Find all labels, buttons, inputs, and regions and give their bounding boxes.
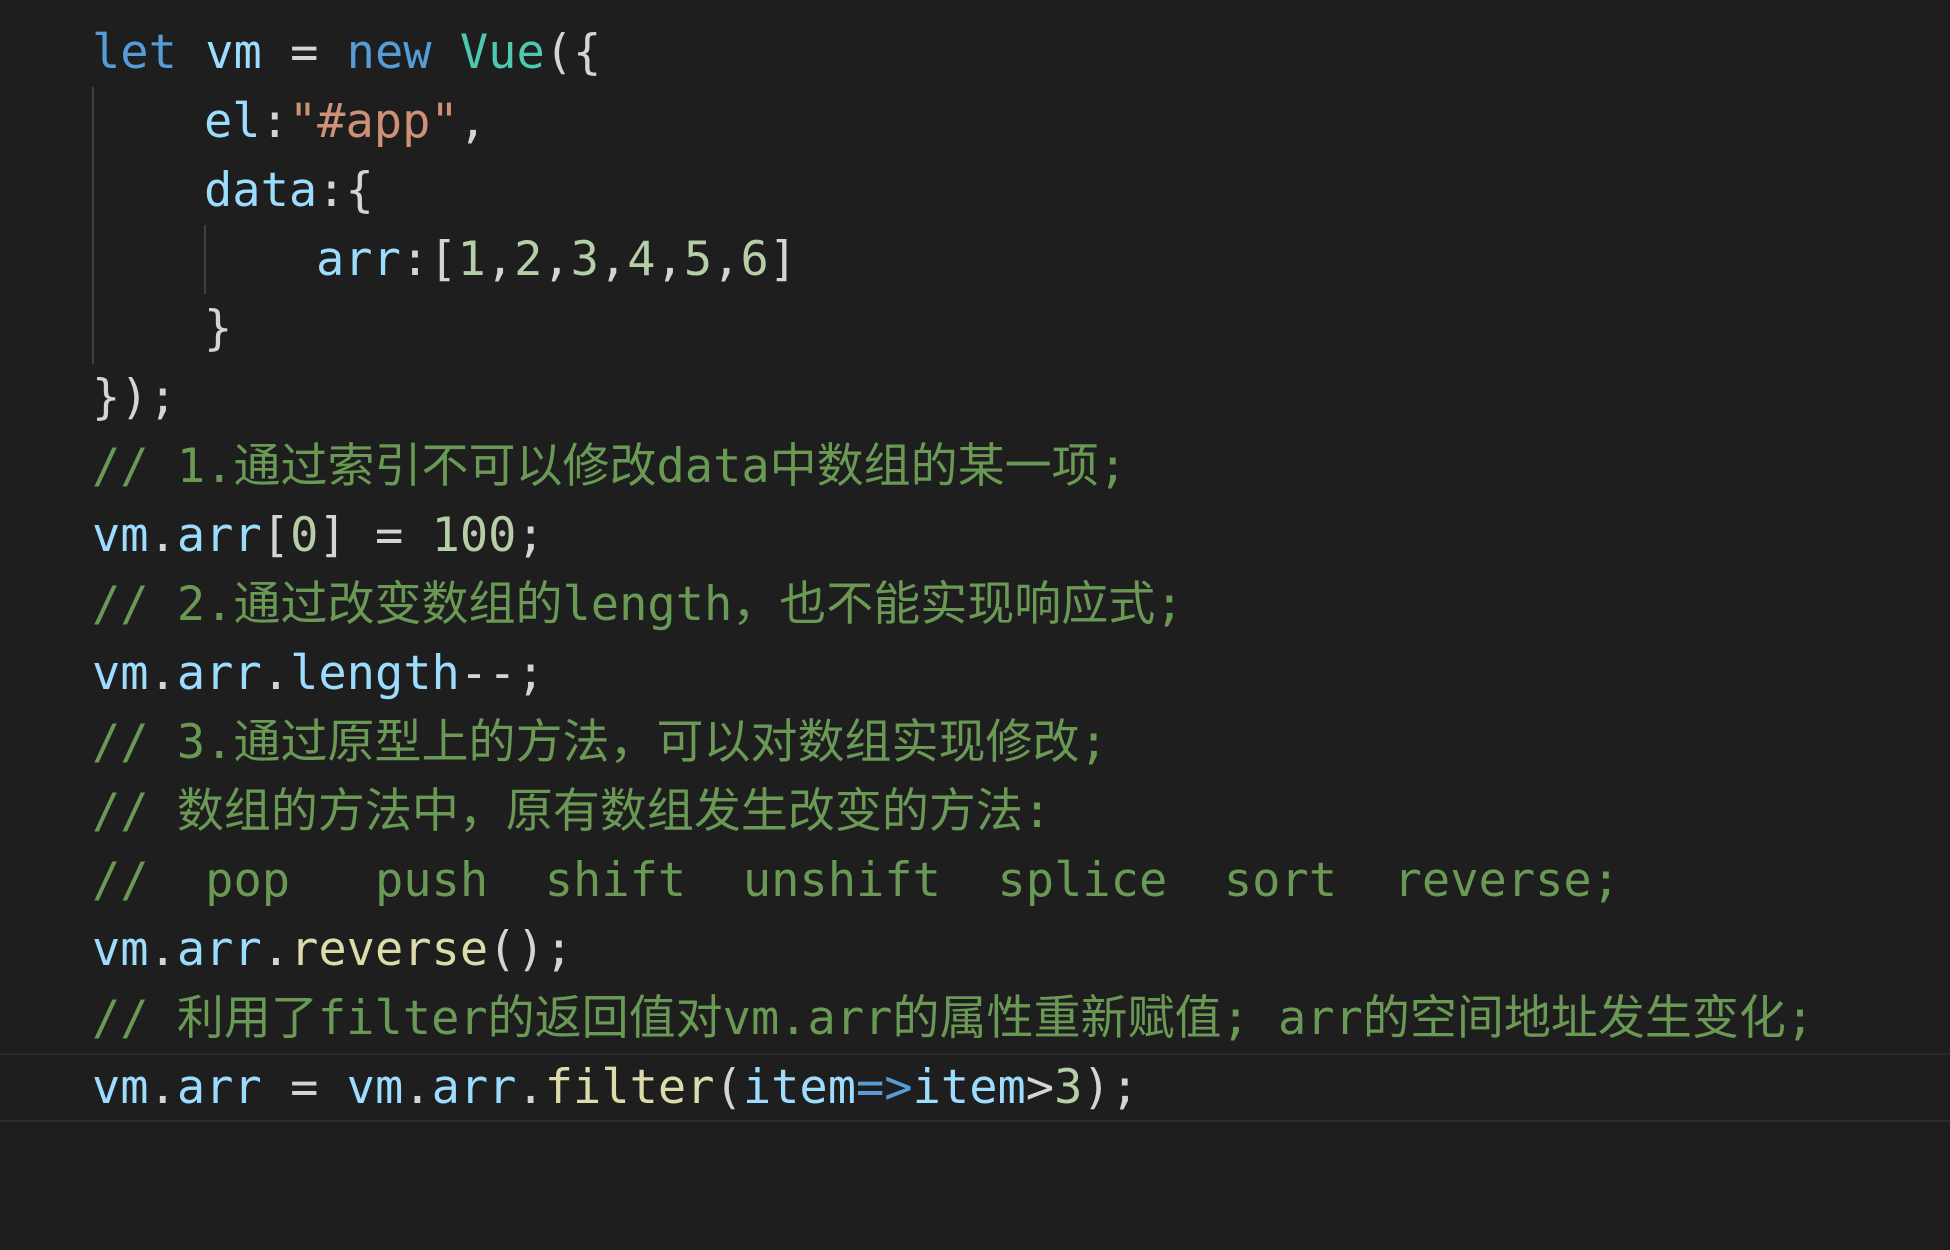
code-line-4[interactable]: arr:[1,2,3,4,5,6]: [0, 225, 1950, 294]
identifier-vm: vm: [346, 1060, 404, 1115]
property-data: data: [204, 163, 318, 218]
punctuation: }: [204, 301, 233, 356]
code-line-10[interactable]: vm.arr.length--;: [0, 639, 1950, 708]
punctuation: ,: [542, 232, 571, 287]
punctuation: ,: [598, 232, 628, 287]
punctuation: ,: [485, 232, 515, 287]
operator-assign: =: [261, 25, 347, 80]
comment: // 数组的方法中，原有数组发生改变的方法:: [92, 784, 1052, 839]
punctuation: ();: [488, 922, 574, 977]
punctuation: :[: [400, 232, 458, 287]
class-vue: Vue: [459, 25, 545, 80]
code-line-7[interactable]: // 1.通过索引不可以修改data中数组的某一项;: [0, 432, 1950, 501]
property-arr: arr: [316, 232, 401, 287]
identifier-vm: vm: [92, 922, 149, 977]
number-literal: 100: [431, 508, 517, 563]
code-line-13[interactable]: // pop push shift unshift splice sort re…: [0, 846, 1950, 915]
punctuation: );: [1082, 1060, 1139, 1115]
punctuation: .: [516, 1060, 545, 1115]
punctuation: ({: [544, 25, 602, 80]
punctuation: ,: [655, 232, 684, 287]
number-literal: 3: [1054, 1060, 1083, 1115]
identifier-vm: vm: [92, 646, 149, 701]
keyword-new: new: [346, 25, 432, 80]
comment: // 3.通过原型上的方法，可以对数组实现修改;: [92, 715, 1108, 770]
code-line-1[interactable]: let vm = new Vue({: [0, 18, 1950, 87]
number-literal: 4: [627, 232, 656, 287]
property-arr: arr: [176, 646, 262, 701]
punctuation: .: [148, 922, 177, 977]
number-literal: 3: [570, 232, 599, 287]
punctuation: --;: [459, 646, 545, 701]
operator-gt: >: [1025, 1060, 1055, 1115]
operator-assign: =: [261, 1060, 347, 1115]
comment: // 1.通过索引不可以修改data中数组的某一项;: [92, 439, 1127, 494]
punctuation: .: [261, 646, 291, 701]
identifier-vm: vm: [92, 508, 149, 563]
comment: // 2.通过改变数组的length，也不能实现响应式;: [92, 577, 1184, 632]
code-line-6[interactable]: });: [0, 363, 1950, 432]
property-arr: arr: [176, 508, 262, 563]
property-arr: arr: [431, 1060, 517, 1115]
identifier-vm: vm: [92, 1060, 149, 1115]
punctuation: :{: [317, 163, 374, 218]
punctuation: .: [148, 1060, 177, 1115]
punctuation: .: [148, 646, 177, 701]
parameter-item: item: [742, 1060, 857, 1115]
punctuation: .: [148, 508, 177, 563]
method-reverse: reverse: [290, 922, 489, 977]
number-literal: 2: [514, 232, 543, 287]
property-el: el: [204, 94, 261, 149]
property-arr: arr: [176, 1060, 262, 1115]
punctuation: .: [261, 922, 291, 977]
code-line-16-current[interactable]: vm.arr = vm.arr.filter(item=>item>3);: [0, 1053, 1950, 1122]
code-line-2[interactable]: el:"#app",: [0, 87, 1950, 156]
number-literal: 6: [740, 232, 769, 287]
punctuation: ,: [712, 232, 741, 287]
keyword-let: let: [92, 25, 177, 80]
parameter-item: item: [912, 1060, 1026, 1115]
punctuation: (: [714, 1060, 743, 1115]
punctuation: ,: [458, 94, 487, 149]
code-line-9[interactable]: // 2.通过改变数组的length，也不能实现响应式;: [0, 570, 1950, 639]
code-editor[interactable]: let vm = new Vue({ el:"#app", data:{ arr…: [0, 0, 1950, 1130]
code-line-11[interactable]: // 3.通过原型上的方法，可以对数组实现修改;: [0, 708, 1950, 777]
punctuation: });: [92, 370, 177, 425]
punctuation: ]: [768, 232, 798, 287]
code-line-15[interactable]: // 利用了filter的返回值对vm.arr的属性重新赋值; arr的空间地址…: [0, 984, 1950, 1053]
property-arr: arr: [176, 922, 262, 977]
operator-arrow: =>: [856, 1060, 913, 1115]
code-line-5[interactable]: }: [0, 294, 1950, 363]
comment: // 利用了filter的返回值对vm.arr的属性重新赋值; arr的空间地址…: [92, 991, 1815, 1046]
punctuation: ]: [318, 508, 347, 563]
operator-assign: =: [346, 508, 432, 563]
code-line-12[interactable]: // 数组的方法中，原有数组发生改变的方法:: [0, 777, 1950, 846]
punctuation: .: [403, 1060, 432, 1115]
punctuation: [: [261, 508, 291, 563]
code-line-14[interactable]: vm.arr.reverse();: [0, 915, 1950, 984]
property-length: length: [290, 646, 460, 701]
number-literal: 0: [290, 508, 319, 563]
comment: // pop push shift unshift splice sort re…: [92, 853, 1621, 908]
code-line-3[interactable]: data:{: [0, 156, 1950, 225]
string-literal: "#app": [288, 94, 459, 149]
punctuation: ;: [516, 508, 545, 563]
number-literal: 5: [683, 232, 713, 287]
punctuation: :: [260, 94, 289, 149]
code-line-8[interactable]: vm.arr[0] = 100;: [0, 501, 1950, 570]
code-lines: let vm = new Vue({ el:"#app", data:{ arr…: [0, 18, 1950, 1122]
method-filter: filter: [544, 1060, 715, 1115]
number-literal: 1: [457, 232, 486, 287]
identifier-vm: vm: [205, 25, 262, 80]
